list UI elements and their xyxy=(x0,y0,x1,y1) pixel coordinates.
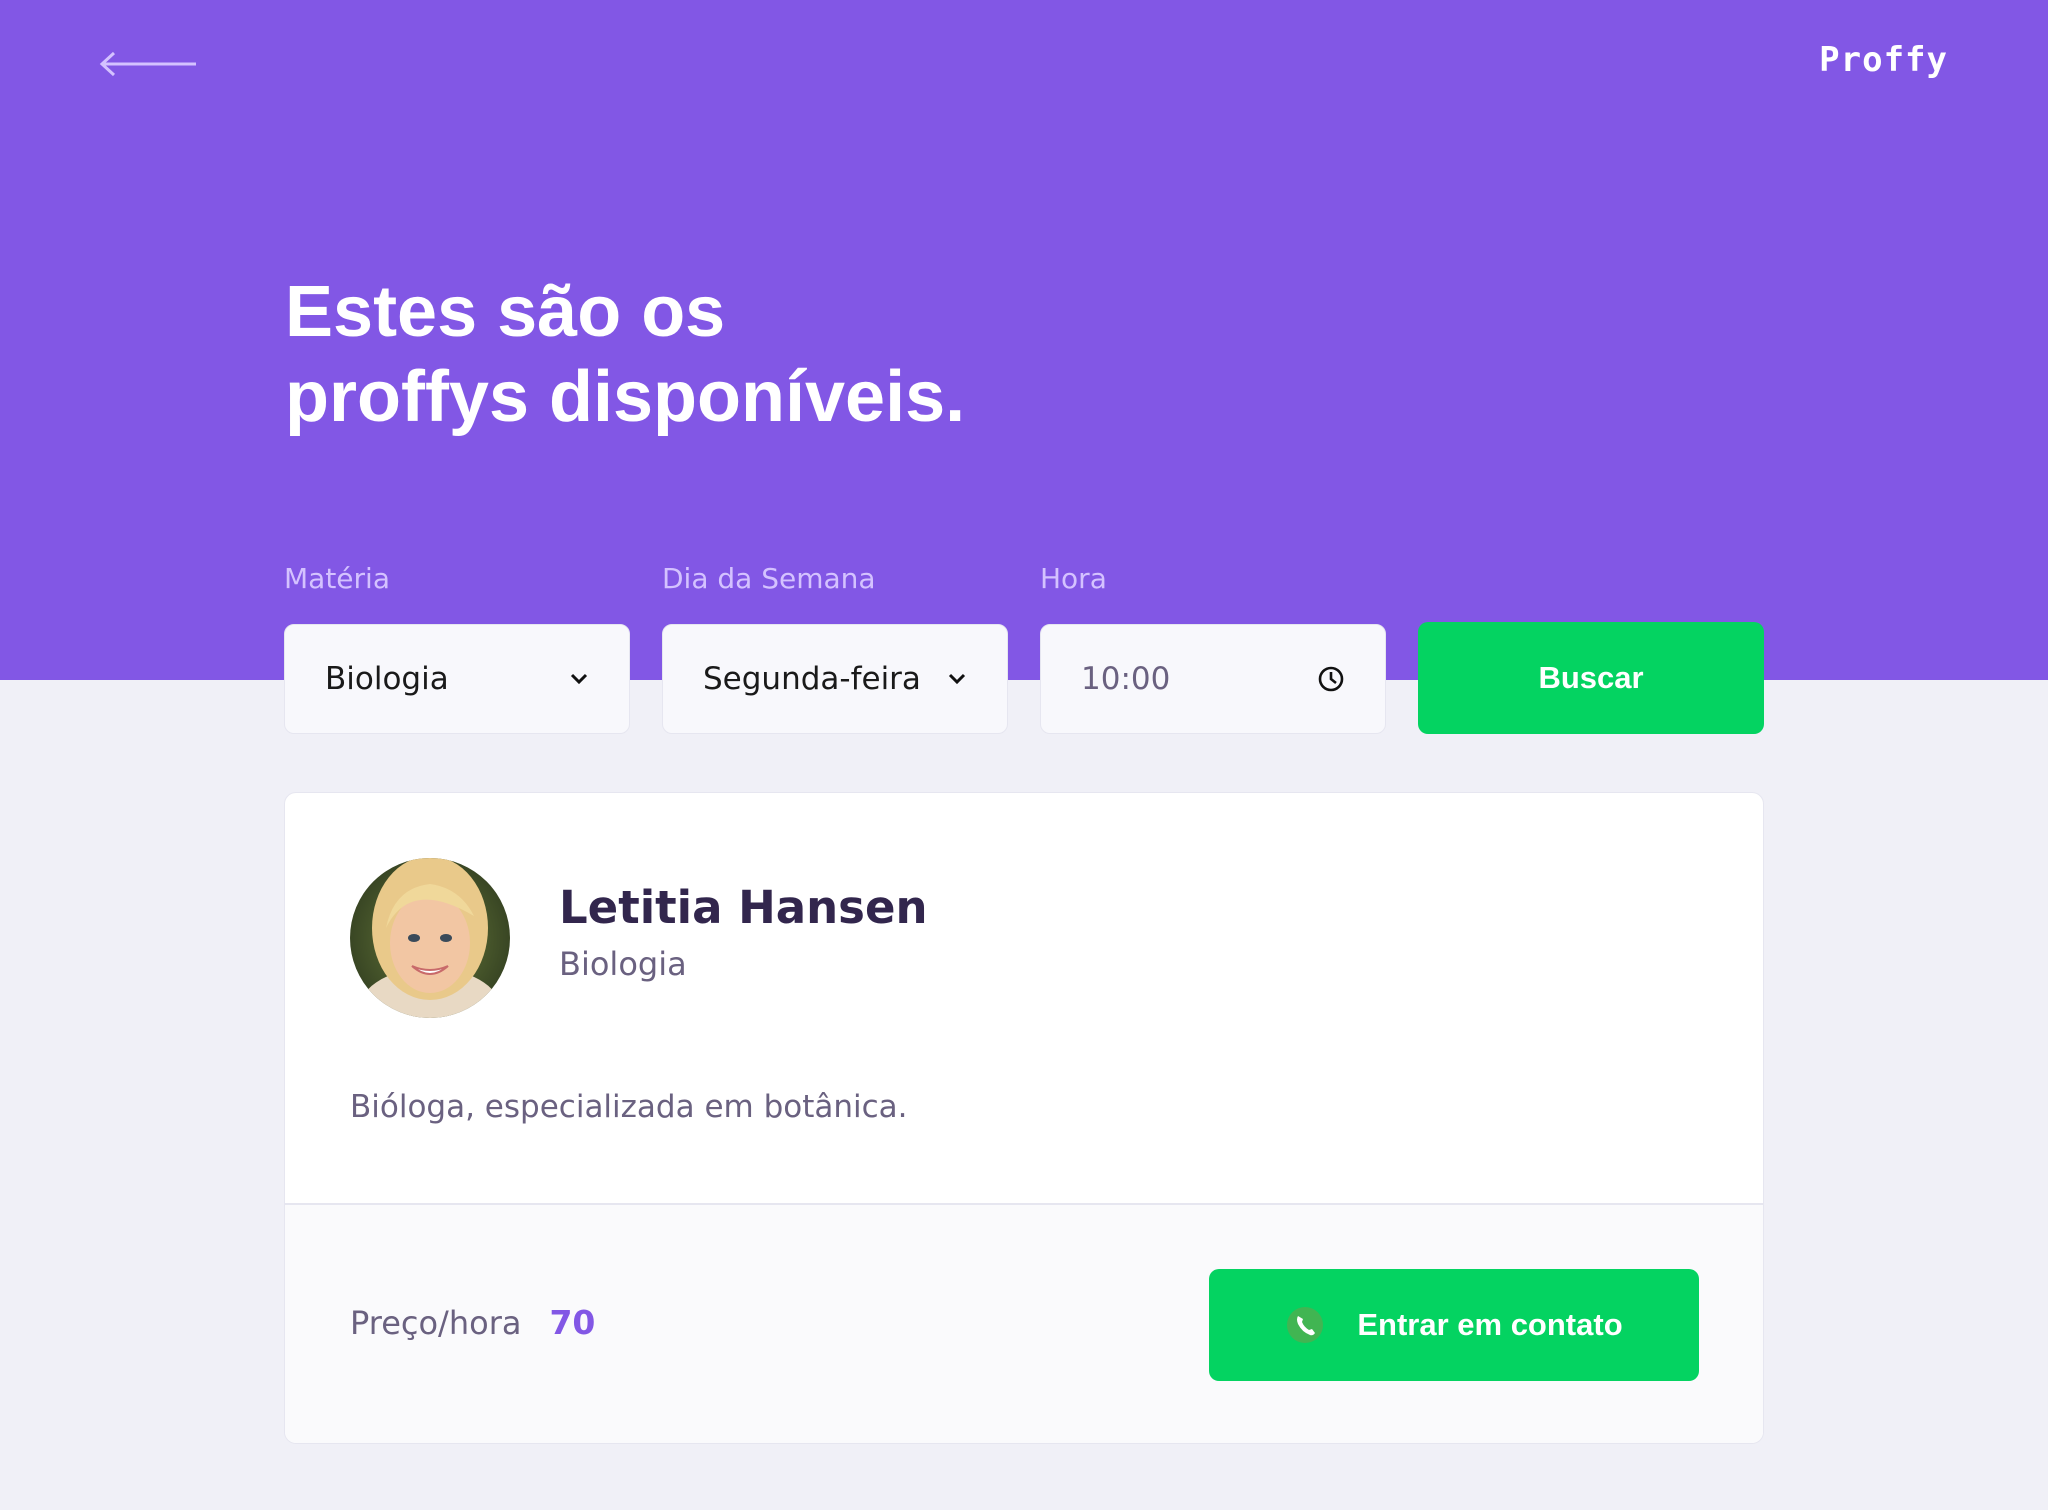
time-input[interactable]: 10:00 xyxy=(1040,624,1386,734)
weekday-label: Dia da Semana xyxy=(662,562,876,595)
price: Preço/hora 70 xyxy=(350,1303,595,1342)
weekday-select[interactable]: Segunda-feira xyxy=(662,624,1008,734)
time-input-value: 10:00 xyxy=(1081,661,1171,697)
teacher-photo xyxy=(350,858,510,1018)
avatar xyxy=(350,858,510,1018)
logo: Proffy xyxy=(1819,40,1948,80)
teacher-name: Letitia Hansen xyxy=(559,881,928,934)
subject-label: Matéria xyxy=(284,562,390,595)
contact-button-label: Entrar em contato xyxy=(1357,1307,1623,1342)
subject-filter: Matéria Biologia xyxy=(284,562,630,734)
weekday-filter: Dia da Semana Segunda-feira xyxy=(662,562,1008,734)
page-title-line-2: proffys disponíveis. xyxy=(285,357,966,437)
subject-select-value: Biologia xyxy=(325,661,449,697)
contact-button[interactable]: Entrar em contato xyxy=(1209,1269,1699,1381)
search-button[interactable]: Buscar xyxy=(1418,622,1764,734)
chevron-down-icon xyxy=(948,673,966,685)
teacher-subject: Biologia xyxy=(559,945,687,983)
price-label: Preço/hora xyxy=(350,1304,522,1342)
arrow-left-icon xyxy=(99,51,196,77)
subject-select[interactable]: Biologia xyxy=(284,624,630,734)
page-title-line-1: Estes são os xyxy=(285,272,726,352)
price-value: 70 xyxy=(549,1303,596,1342)
teacher-card-footer: Preço/hora 70 Entrar em contato xyxy=(285,1203,1763,1443)
weekday-select-value: Segunda-feira xyxy=(703,661,921,697)
search-filters: Matéria Biologia Dia da Semana Segunda-f… xyxy=(284,562,1764,736)
teacher-card: Letitia Hansen Biologia Bióloga, especia… xyxy=(284,792,1764,1444)
clock-icon[interactable] xyxy=(1317,665,1345,693)
teacher-bio: Bióloga, especializada em botânica. xyxy=(350,1089,908,1125)
time-label: Hora xyxy=(1040,562,1107,595)
chevron-down-icon xyxy=(570,673,588,685)
page: Proffy Estes são os proffys disponíveis.… xyxy=(0,0,2048,1510)
page-title: Estes são os proffys disponíveis. xyxy=(285,270,1385,440)
whatsapp-icon xyxy=(1287,1307,1324,1343)
time-filter: Hora 10:00 xyxy=(1040,562,1386,734)
back-button[interactable] xyxy=(98,44,206,84)
